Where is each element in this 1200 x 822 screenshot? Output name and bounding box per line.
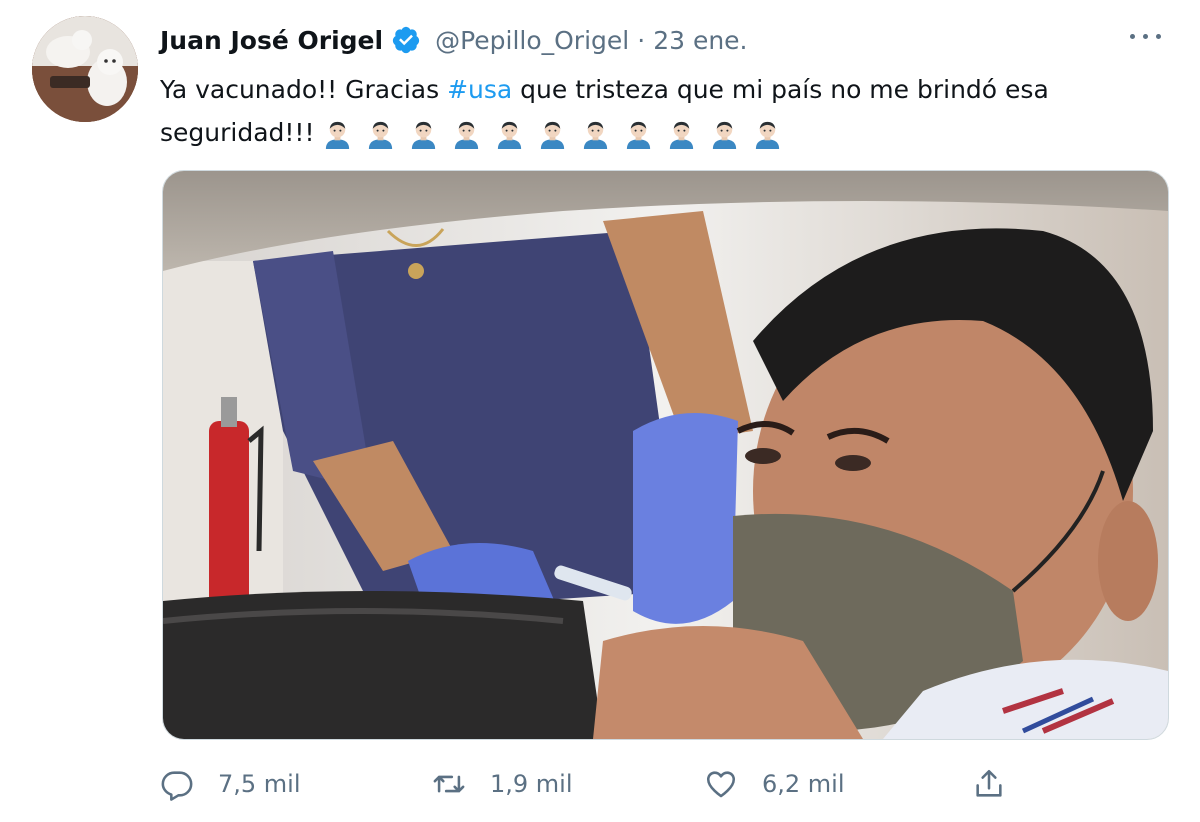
retweet-icon [433, 775, 465, 793]
avatar-image [32, 16, 138, 122]
man-medium-light-skin-tone-emoji [365, 119, 396, 150]
retweet-count: 1,9 mil [490, 770, 573, 798]
man-medium-light-skin-tone-emoji [537, 119, 568, 150]
reply-icon [161, 771, 193, 801]
retweet-button[interactable]: 1,9 mil [432, 762, 573, 806]
like-count: 6,2 mil [762, 770, 845, 798]
man-medium-light-skin-tone-emoji [623, 119, 654, 150]
author-avatar[interactable] [32, 16, 138, 122]
tweet-text: Ya vacunado!! Gracias #usa que tristeza … [160, 68, 1170, 154]
author-name[interactable]: Juan José Origel [160, 26, 383, 55]
reply-count: 7,5 mil [218, 770, 301, 798]
more-horizontal-icon[interactable] [1126, 24, 1166, 48]
like-button[interactable]: 6,2 mil [704, 762, 845, 806]
man-medium-light-skin-tone-emoji [752, 119, 783, 150]
tweet-header: Juan José Origel @Pepillo_Origel · 23 en… [160, 20, 748, 60]
verified-badge-icon [391, 25, 421, 55]
man-medium-light-skin-tone-emoji [322, 119, 353, 150]
tweet-text-part1: Ya vacunado!! Gracias [160, 75, 448, 104]
author-handle[interactable]: @Pepillo_Origel [435, 26, 629, 55]
man-medium-light-skin-tone-emoji [408, 119, 439, 150]
share-icon [976, 769, 1002, 797]
man-medium-light-skin-tone-emoji [666, 119, 697, 150]
emoji-row [322, 119, 783, 150]
hashtag-link[interactable]: #usa [447, 75, 512, 104]
man-medium-light-skin-tone-emoji [580, 119, 611, 150]
reply-button[interactable]: 7,5 mil [160, 762, 301, 806]
man-medium-light-skin-tone-emoji [451, 119, 482, 150]
tweet-actions: 7,5 mil 1,9 mil 6,2 mil [160, 762, 1020, 806]
separator-dot: · [637, 25, 646, 55]
heart-icon [706, 771, 736, 798]
man-medium-light-skin-tone-emoji [494, 119, 525, 150]
tweet-photo[interactable] [162, 170, 1169, 740]
tweet-date[interactable]: 23 ene. [653, 26, 747, 55]
vaccination-photo [163, 171, 1168, 739]
man-medium-light-skin-tone-emoji [709, 119, 740, 150]
share-button[interactable] [972, 762, 1006, 806]
